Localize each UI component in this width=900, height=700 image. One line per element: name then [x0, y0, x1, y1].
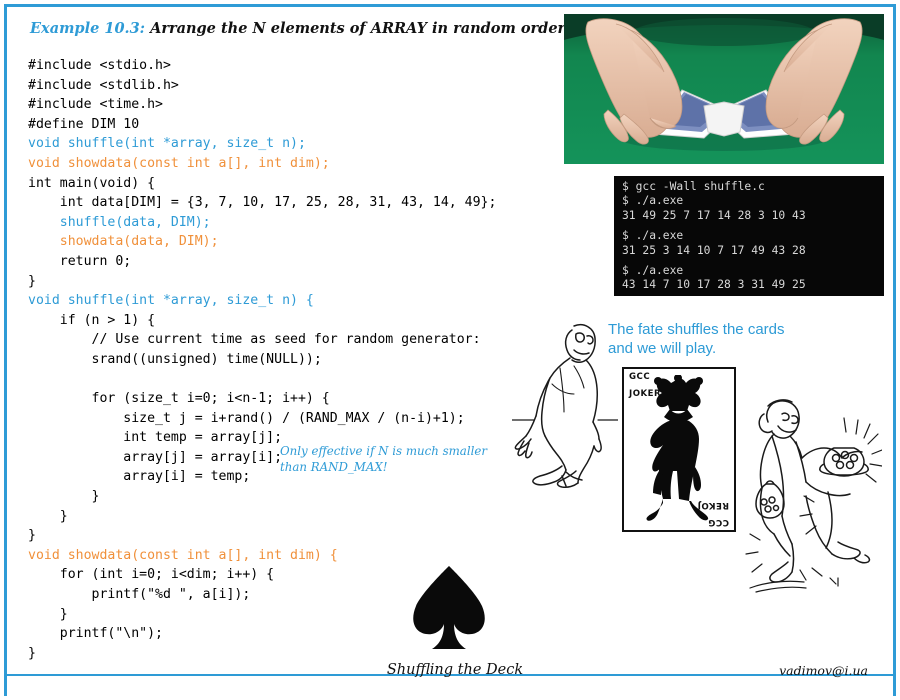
code-annotation: Only effective if N is much smaller than… [280, 443, 490, 475]
code-line: #include <time.h> [28, 95, 496, 115]
code-token: void showdata(const int a[], int dim) { [28, 547, 338, 563]
code-token: void shuffle(int *array, size_t n); [28, 136, 306, 152]
code-line: // Use current time as seed for random g… [28, 330, 496, 350]
code-token: for (int i=0; i<dim; i++) { [28, 567, 275, 583]
slide-canvas: Example 10.3: Arrange the N elements of … [0, 0, 900, 700]
code-line: size_t j = i+rand() / (RAND_MAX / (n-i)+… [28, 409, 496, 429]
code-token: } [28, 606, 68, 622]
code-token: } [28, 508, 68, 524]
code-line: void shuffle(int *array, size_t n) { [28, 291, 496, 311]
code-token: } [28, 489, 100, 505]
card-label-ccg-mirror: CCG [707, 517, 729, 527]
card-label-joker-mirror: REKOJ [697, 500, 729, 511]
terminal-output: $ gcc -Wall shuffle.c $ ./a.exe 31 49 25 7… [614, 176, 884, 296]
code-token: if (n > 1) { [28, 312, 156, 328]
joker-card: GCC JOKER CCG REKOJ [622, 367, 736, 532]
code-token: printf("%d ", a[i]); [28, 587, 251, 603]
code-token: array[j] = array[i]; [28, 449, 283, 465]
code-line: return 0; [28, 252, 496, 272]
code-line: } [28, 487, 496, 507]
page-title: Example 10.3: Arrange the N elements of … [30, 20, 569, 37]
code-line: showdata(data, DIM); [28, 232, 496, 252]
code-line: } [28, 507, 496, 527]
code-line: for (size_t i=0; i<n-1; i++) { [28, 389, 496, 409]
code-line: #include <stdio.h> [28, 56, 496, 76]
code-line: void showdata(const int a[], int dim); [28, 154, 496, 174]
code-token: void showdata(const int a[], int dim); [28, 155, 330, 171]
annotation-line-2: than RAND_MAX! [280, 460, 388, 474]
card-shuffling-photo [564, 14, 884, 164]
code-line: #include <stdlib.h> [28, 76, 496, 96]
code-token: } [28, 273, 36, 289]
code-token: array[i] = temp; [28, 469, 251, 485]
code-line: #define DIM 10 [28, 115, 496, 135]
annotation-line-1: Only effective if N is much smaller [280, 444, 488, 458]
code-token: void shuffle(int *array, size_t n) { [28, 293, 314, 309]
frame-border-right [893, 4, 896, 696]
fate-note-line-1: The fate shuffles the [608, 321, 744, 338]
example-number: Example 10.3: [30, 20, 146, 37]
code-token: #include <stdio.h> [28, 58, 171, 73]
code-token: #define DIM 10 [28, 116, 140, 132]
code-token: } [28, 528, 36, 544]
code-token: int temp = array[j]; [28, 430, 283, 446]
terminal-line: $ ./a.exe [622, 229, 684, 243]
code-token: showdata(data, DIM); [28, 234, 219, 250]
code-token: #include <time.h> [28, 97, 163, 113]
code-token: srand((unsigned) time(NULL)); [28, 351, 322, 367]
code-token: size_t j = i+rand() / (RAND_MAX / (n-i)+… [28, 410, 465, 426]
card-label-gcc: GCC [629, 372, 651, 382]
terminal-line: $ ./a.exe [622, 194, 684, 208]
terminal-line: 31 25 3 14 10 7 17 49 43 28 [622, 243, 806, 257]
code-token: printf("\n"); [28, 626, 163, 642]
slide-caption: Shuffling the Deck [386, 662, 524, 678]
code-line: } [28, 272, 496, 292]
code-token: int main(void) { [28, 175, 156, 191]
author-credit: vadimov@i.ua [779, 663, 868, 678]
fate-note: The fate shuffles the cards and we will … [608, 320, 788, 358]
code-token: shuffle(data, DIM); [28, 214, 211, 230]
code-token: return 0; [28, 253, 132, 269]
card-label-mirrored: CCG REKOJ [697, 500, 729, 527]
code-line: void shuffle(int *array, size_t n); [28, 134, 496, 154]
code-line: int main(void) { [28, 174, 496, 194]
frame-border-left [4, 4, 7, 696]
terminal-line: $ gcc -Wall shuffle.c [622, 180, 765, 193]
code-line: srand((unsigned) time(NULL)); [28, 350, 496, 370]
card-label-joker: JOKER [629, 388, 662, 399]
spade-icon [410, 562, 488, 657]
terminal-line: 43 14 7 10 17 28 3 31 49 25 [622, 278, 806, 292]
card-label-gcc-joker: GCC JOKER [629, 372, 662, 399]
code-token: #include <stdlib.h> [28, 77, 179, 93]
code-line: } [28, 526, 496, 546]
code-token: for (size_t i=0; i<n-1; i++) { [28, 391, 330, 407]
code-line: shuffle(data, DIM); [28, 213, 496, 233]
terminal-line: $ ./a.exe [622, 263, 684, 277]
sad-man-illustration [512, 308, 618, 493]
joker-silhouette [646, 374, 709, 521]
happy-man-illustration [742, 392, 882, 598]
frame-border-top [4, 4, 896, 7]
code-line: int data[DIM] = {3, 7, 10, 17, 25, 28, 3… [28, 193, 497, 213]
code-line: if (n > 1) { [28, 311, 496, 331]
code-token: // Use current time as seed for random g… [28, 332, 481, 348]
code-token: int data[DIM] = {3, 7, 10, 17, 25, 28, 3… [28, 195, 497, 211]
example-description: Arrange the N elements of ARRAY in rando… [145, 20, 569, 37]
code-token: } [28, 645, 36, 661]
terminal-line: 31 49 25 7 17 14 28 3 10 43 [622, 208, 806, 222]
